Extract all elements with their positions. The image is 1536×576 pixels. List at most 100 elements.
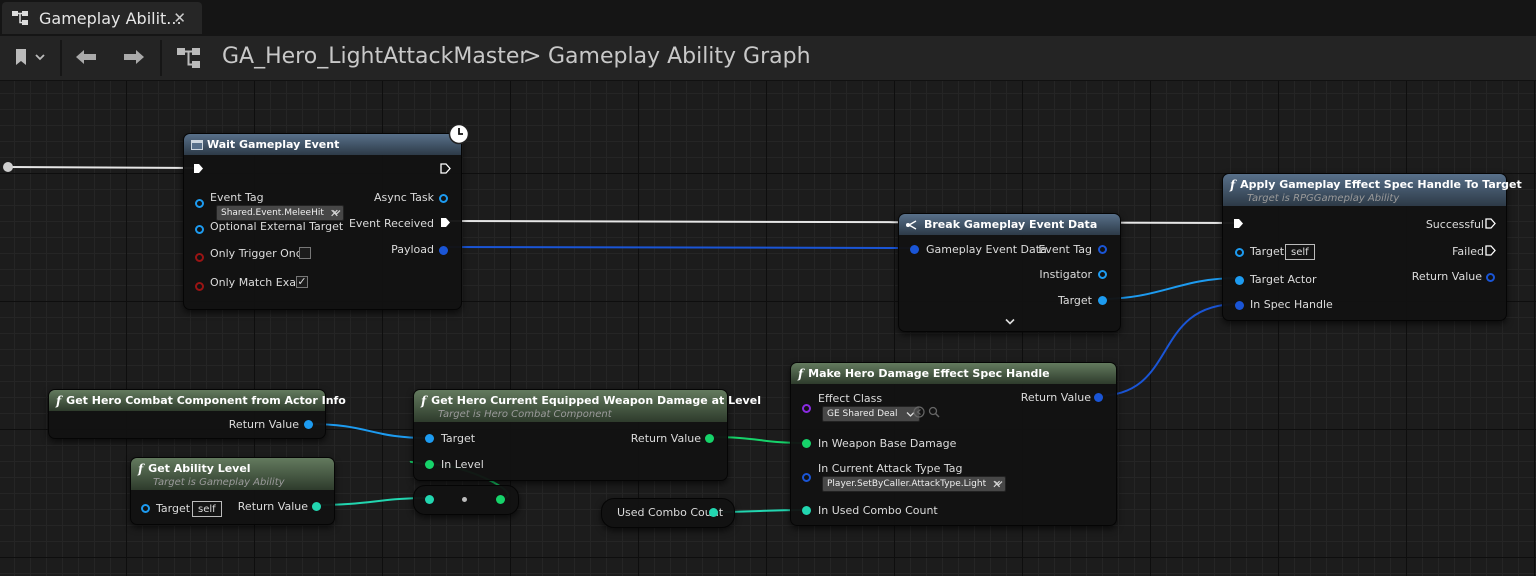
in-weapon-damage-pin[interactable] (802, 439, 811, 448)
failed-exec-pin[interactable] (1485, 245, 1496, 256)
successful-exec-pin[interactable] (1485, 218, 1496, 229)
optional-target-label: Optional External Target (210, 220, 344, 233)
node-subtitle: Target is Hero Combat Component (438, 409, 612, 420)
only-match-exact-label: Only Match Exact (210, 276, 307, 289)
node-get-hero-combat-component[interactable]: f Get Hero Combat Component from Actor I… (48, 389, 346, 439)
node-wait-gameplay-event[interactable]: Wait Gameplay Event Event Tag Shared.Eve… (183, 123, 470, 310)
return-value-pin[interactable] (705, 434, 714, 443)
gameplay-event-data-pin[interactable] (910, 245, 919, 254)
use-asset-icon[interactable] (913, 406, 925, 418)
target-actor-pin[interactable] (1235, 276, 1244, 285)
node-convert-int-to-float[interactable] (413, 485, 519, 515)
effect-class-pin[interactable] (802, 404, 811, 413)
node-break-gameplay-event-data[interactable]: Break Gameplay Event Data Gameplay Event… (898, 213, 1121, 332)
node-apply-gameplay-effect[interactable]: f Apply Gameplay Effect Spec Handle To T… (1222, 173, 1522, 321)
convert-output-pin[interactable] (496, 495, 505, 504)
breadcrumb-blueprint[interactable]: GA_Hero_LightAttackMaster (222, 44, 528, 69)
node-used-combo-count[interactable]: Used Combo Count (601, 498, 735, 528)
chevron-down-icon (35, 54, 45, 61)
convert-dot (462, 497, 467, 502)
in-combo-count-pin[interactable] (802, 506, 811, 515)
exec-input-pin[interactable] (1233, 218, 1244, 229)
target-self-value[interactable]: self (192, 501, 222, 517)
in-attack-tag-label: In Current Attack Type Tag (818, 462, 963, 475)
node-make-hero-damage-spec[interactable]: f Make Hero Damage Effect Spec Handle Ef… (790, 362, 1117, 526)
convert-input-pin[interactable] (425, 495, 434, 504)
in-spec-handle-label: In Spec Handle (1250, 298, 1333, 311)
breadcrumb-graph: Gameplay Ability Graph (548, 44, 811, 69)
browse-search-icon[interactable] (928, 406, 940, 418)
tab-gameplay-ability[interactable]: Gameplay Abilit... ✕ (2, 2, 202, 34)
instigator-label: Instigator (1039, 268, 1092, 281)
latent-node-icon (191, 139, 203, 150)
exec-input-pin[interactable] (193, 163, 204, 174)
payload-wire (440, 246, 914, 249)
toolbar-separator (60, 40, 62, 76)
return-value-pin[interactable] (1094, 393, 1103, 402)
attack-tag-value[interactable]: Player.SetByCaller.AttackType.Light ✕ (822, 476, 1007, 492)
in-attack-tag-pin[interactable] (802, 473, 811, 482)
effect-class-dropdown[interactable]: GE Shared Deal (822, 406, 920, 422)
optional-target-pin[interactable] (195, 225, 204, 234)
async-task-pin[interactable] (439, 194, 448, 203)
break-struct-icon (906, 219, 917, 230)
payload-label: Payload (391, 243, 434, 256)
exec-wire-in (7, 166, 198, 169)
return-value-label: Return Value (1411, 270, 1482, 283)
only-match-exact-checkbox[interactable]: ✓ (296, 276, 308, 288)
target-pin[interactable] (141, 504, 150, 513)
event-tag-pin[interactable] (195, 199, 204, 208)
async-task-label: Async Task (373, 191, 434, 204)
arrow-left-icon (76, 50, 96, 64)
target-pin[interactable] (1235, 248, 1244, 257)
target-label: Target (1250, 245, 1285, 258)
return-value-pin[interactable] (1486, 273, 1495, 282)
node-header[interactable]: Wait Gameplay Event (184, 134, 461, 155)
node-header[interactable]: Break Gameplay Event Data (899, 214, 1120, 235)
event-tag-pin[interactable] (1098, 245, 1107, 254)
variable-output-pin[interactable] (709, 508, 718, 517)
graph-canvas[interactable]: Wait Gameplay Event Event Tag Shared.Eve… (0, 81, 1536, 576)
back-button[interactable] (70, 42, 102, 72)
target-pin[interactable] (425, 434, 434, 443)
target-pin[interactable] (1098, 296, 1107, 305)
in-level-pin[interactable] (425, 460, 434, 469)
node-header[interactable]: f Make Hero Damage Effect Spec Handle (791, 363, 1116, 384)
event-tag-label: Event Tag (1038, 243, 1092, 256)
only-match-exact-pin[interactable] (195, 282, 204, 291)
return-value-label: Return Value (237, 500, 308, 513)
return-value-label: Return Value (1020, 391, 1091, 404)
tab-close-icon[interactable]: ✕ (173, 9, 186, 27)
only-trigger-once-pin[interactable] (195, 253, 204, 262)
instigator-pin[interactable] (1098, 270, 1107, 279)
toolbar-separator (160, 40, 162, 76)
node-header[interactable]: f Get Hero Combat Component from Actor I… (49, 390, 346, 411)
node-subtitle: Target is Gameplay Ability (153, 477, 285, 488)
return-value-pin[interactable] (304, 420, 313, 429)
node-subtitle: Target is RPGGameplay Ability (1247, 193, 1400, 204)
exec-output-pin[interactable] (440, 163, 451, 174)
return-value-pin[interactable] (312, 502, 321, 511)
return-value-label: Return Value (228, 418, 299, 431)
target-self-value[interactable]: self (1285, 244, 1315, 260)
target-label: Target (1057, 294, 1092, 307)
node-get-ability-level[interactable]: f Get Ability Level Target is Gameplay A… (130, 457, 335, 525)
in-spec-handle-pin[interactable] (1235, 301, 1244, 310)
only-trigger-once-checkbox[interactable] (299, 247, 311, 259)
bookmark-icon (16, 49, 26, 65)
tab-title: Gameplay Abilit... (39, 8, 182, 28)
chevron-down-icon[interactable] (332, 209, 341, 216)
function-icon: f (798, 366, 804, 381)
event-received-exec-pin[interactable] (440, 217, 451, 228)
event-tag-value[interactable]: Shared.Event.MeleeHit ✕ (216, 205, 345, 221)
breadcrumb-separator: > (523, 44, 542, 69)
only-trigger-once-label: Only Trigger Once (210, 247, 309, 260)
payload-pin[interactable] (439, 246, 448, 255)
expand-chevron-icon[interactable] (1005, 318, 1015, 326)
bookmark-button[interactable] (8, 42, 52, 72)
function-icon: f (138, 462, 144, 476)
node-get-weapon-damage[interactable]: f Get Hero Current Equipped Weapon Damag… (413, 389, 761, 481)
forward-button[interactable] (118, 42, 150, 72)
in-weapon-damage-label: In Weapon Base Damage (818, 437, 957, 450)
chevron-down-icon[interactable] (994, 480, 1003, 487)
